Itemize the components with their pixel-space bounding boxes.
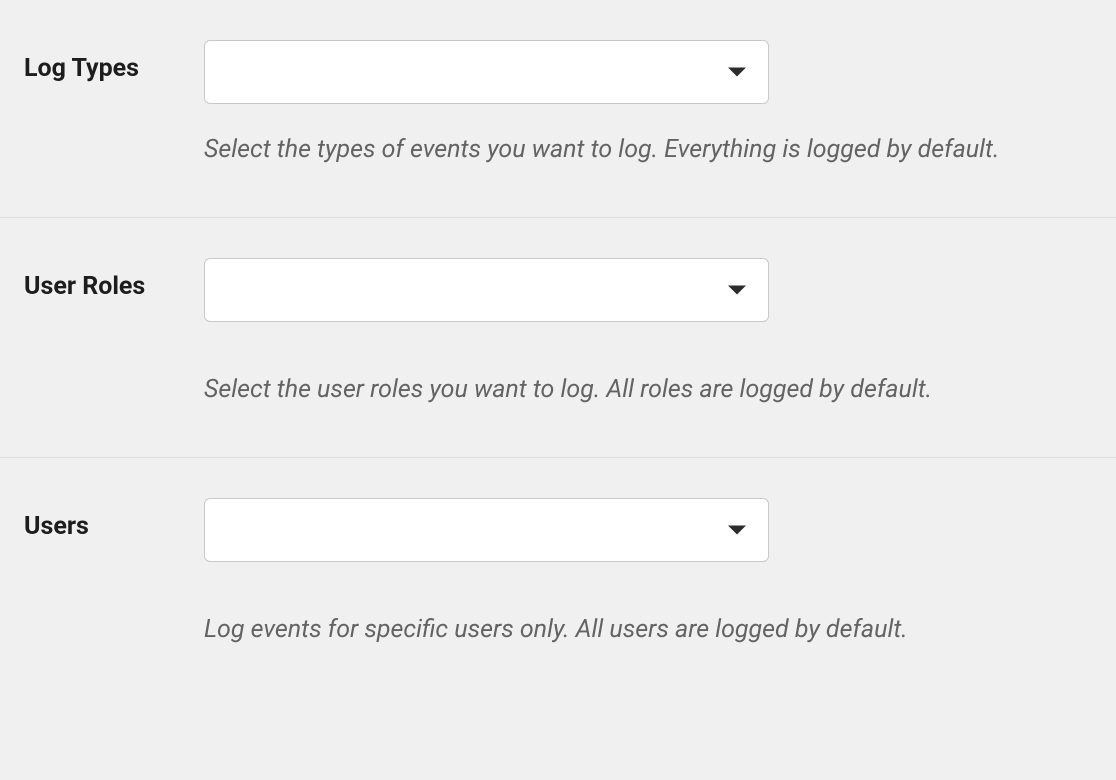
setting-control-wrapper: Select the types of events you want to l… [204,40,1116,167]
setting-control-wrapper: Select the user roles you want to log. A… [204,258,1116,407]
chevron-down-icon [728,68,746,77]
users-description: Log events for specific users only. All … [204,612,1116,647]
users-label: Users [24,512,89,541]
user-roles-select[interactable] [204,258,769,322]
setting-row-user-roles: User Roles Select the user roles you wan… [0,218,1116,458]
log-types-select[interactable] [204,40,769,104]
chevron-down-icon [728,286,746,295]
setting-label-wrapper: Log Types [24,40,204,167]
users-select[interactable] [204,498,769,562]
setting-row-log-types: Log Types Select the types of events you… [0,0,1116,218]
setting-row-users: Users Log events for specific users only… [0,458,1116,697]
chevron-down-icon [728,526,746,535]
setting-label-wrapper: Users [24,498,204,647]
log-types-label: Log Types [24,54,139,83]
setting-control-wrapper: Log events for specific users only. All … [204,498,1116,647]
settings-form: Log Types Select the types of events you… [0,0,1116,697]
user-roles-label: User Roles [24,272,145,301]
log-types-description: Select the types of events you want to l… [204,132,1116,167]
setting-label-wrapper: User Roles [24,258,204,407]
user-roles-description: Select the user roles you want to log. A… [204,372,1116,407]
